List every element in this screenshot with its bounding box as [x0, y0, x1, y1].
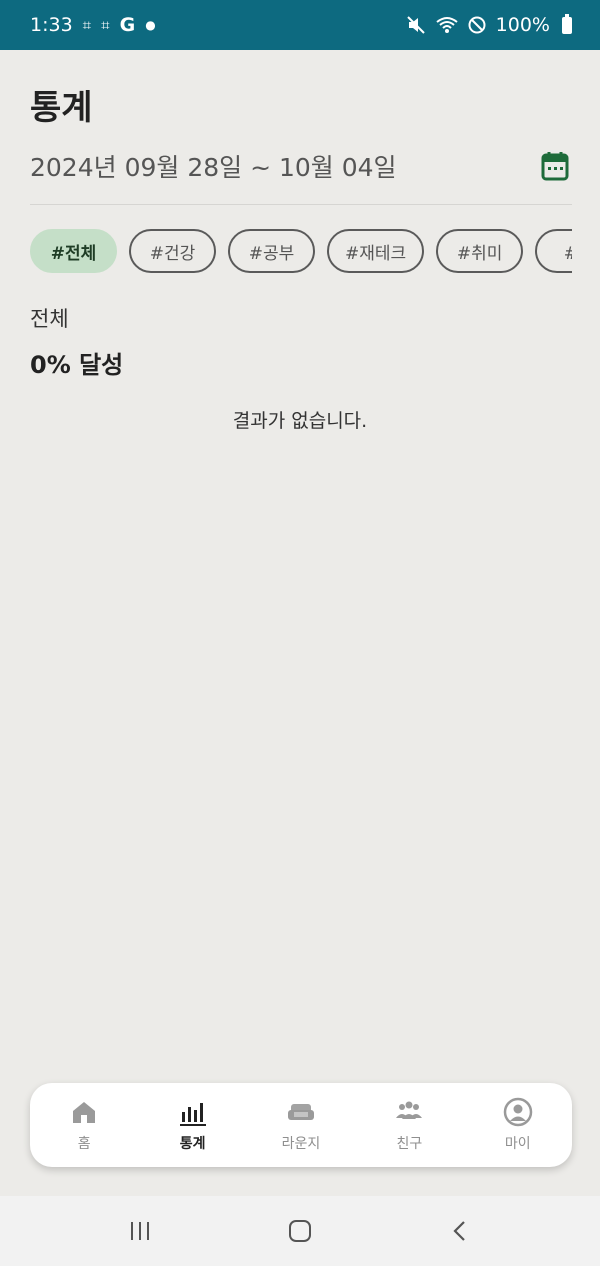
recent-apps-button[interactable]: [120, 1211, 160, 1251]
back-icon: [453, 1221, 465, 1241]
do-not-disturb-icon: [468, 16, 486, 34]
calendar-icon[interactable]: [540, 150, 570, 182]
bottom-nav: 홈 통계 라운지 친구 마이: [30, 1083, 572, 1167]
profile-icon: [503, 1097, 532, 1127]
nav-item-home[interactable]: 홈: [36, 1097, 132, 1153]
system-nav-bar: [0, 1196, 600, 1266]
nav-label-lounge: 라운지: [281, 1136, 321, 1152]
screenshot-icon: ⌗: [82, 16, 92, 34]
page-title: 통계: [30, 88, 93, 128]
home-icon: [73, 1102, 96, 1123]
bar-chart-icon: [179, 1103, 206, 1126]
chip-study[interactable]: #공부: [228, 229, 315, 273]
home-circle-icon: [289, 1220, 311, 1242]
battery-percent: 100%: [495, 14, 550, 36]
category-label: 전체: [30, 307, 69, 331]
nav-label-stats: 통계: [179, 1136, 206, 1152]
wifi-icon: [436, 17, 458, 33]
status-bar: 1:33 ⌗ ⌗ G ● 100%: [0, 0, 600, 50]
chip-hobby[interactable]: #취미: [436, 229, 524, 273]
sofa-icon: [287, 1104, 314, 1120]
divider: [30, 204, 572, 205]
screenshot-icon: ⌗: [101, 16, 110, 34]
chip-health[interactable]: #건강: [129, 229, 216, 273]
status-right: 100%: [406, 13, 572, 36]
google-icon: G: [119, 14, 136, 36]
date-range[interactable]: 2024년 09월 28일 ~ 10월 04일: [30, 148, 397, 184]
status-left: 1:33 ⌗ ⌗ G ●: [30, 14, 156, 36]
mute-icon: [406, 16, 425, 34]
chip-all[interactable]: #전체: [30, 229, 117, 273]
status-time: 1:33: [30, 14, 73, 36]
nav-label-friends: 친구: [396, 1136, 423, 1152]
nav-item-stats[interactable]: 통계: [145, 1097, 241, 1153]
nav-item-friends[interactable]: 친구: [361, 1097, 457, 1153]
nav-label-home: 홈: [77, 1136, 91, 1152]
battery-icon: [562, 13, 572, 34]
nav-label-my: 마이: [504, 1136, 531, 1152]
chip-finance[interactable]: #재테크: [327, 229, 425, 273]
people-icon: [396, 1101, 423, 1119]
back-button[interactable]: [440, 1211, 480, 1251]
recent-apps-icon: [131, 1222, 149, 1240]
nav-item-lounge[interactable]: 라운지: [253, 1097, 349, 1153]
empty-message: 결과가 없습니다.: [232, 410, 368, 432]
home-button[interactable]: [280, 1211, 320, 1251]
filter-chip-row: #전체 #건강 #공부 #재테크 #취미 #독: [30, 229, 572, 273]
achievement-rate: 0% 달성: [30, 351, 124, 379]
notification-dot-icon: ●: [145, 18, 156, 32]
chip-reading[interactable]: #독: [535, 229, 572, 273]
nav-item-my[interactable]: 마이: [470, 1097, 566, 1153]
